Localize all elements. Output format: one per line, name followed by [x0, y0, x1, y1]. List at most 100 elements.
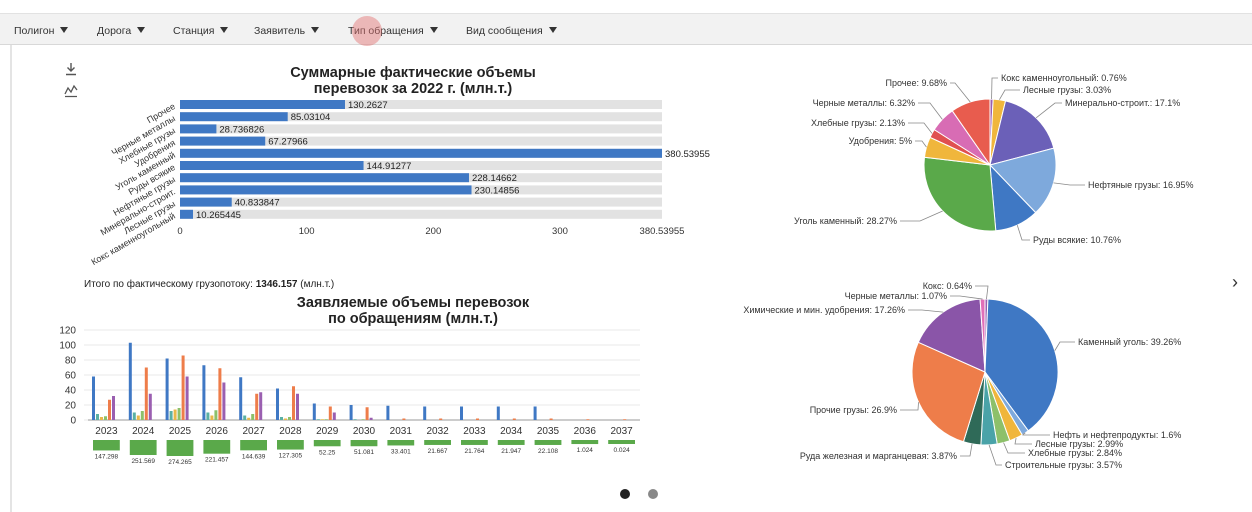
- bar: [185, 376, 189, 420]
- total-bar: [129, 440, 157, 456]
- x-tick-label: 2026: [206, 426, 229, 437]
- total-value-label: 21.764: [464, 448, 484, 455]
- total-value-label: 274.265: [168, 459, 192, 466]
- chart2-svg: 0 20 40 60 80 100 120 2023 147.298 2024 251.569 202…: [59, 326, 640, 466]
- leader-line: [1035, 102, 1062, 119]
- y-tick-label: 20: [65, 401, 77, 412]
- bar-track: [180, 209, 662, 219]
- bar: [243, 415, 247, 420]
- bar: [402, 418, 406, 420]
- filter-label: Полигон: [14, 25, 55, 37]
- filter-icon: [429, 27, 438, 33]
- total-value-label: 1.024: [577, 447, 594, 454]
- slice-label: Руда железная и марганцевая: 3.87%: [800, 451, 957, 461]
- x-tick-label: 200: [425, 226, 441, 237]
- bar-value-label: 40.833847: [235, 198, 280, 209]
- filter-applicant[interactable]: Заявитель: [254, 25, 320, 37]
- total-bar: [461, 440, 488, 445]
- filter-road[interactable]: Дорога: [97, 25, 146, 37]
- bar-value-label: 28.736826: [219, 124, 264, 135]
- pie-slice: [923, 156, 997, 232]
- x-tick-label: 2029: [316, 426, 339, 437]
- slice-label: Прочее: 9.68%: [885, 78, 947, 88]
- bar: [369, 417, 373, 420]
- x-tick-label: 2024: [132, 426, 155, 437]
- x-tick-label: 2025: [169, 426, 192, 437]
- filter-transport-type[interactable]: Вид сообщения: [466, 25, 557, 37]
- slice-label: Лесные грузы: 3.03%: [1023, 85, 1111, 95]
- slice-label: Минерально-строит.: 17.1%: [1065, 98, 1180, 108]
- download-icon[interactable]: [64, 62, 78, 79]
- bar: [202, 365, 206, 420]
- bar-value-label: 230.14856: [475, 185, 520, 196]
- bar: [259, 392, 263, 420]
- leader-line: [960, 443, 973, 457]
- bar: [218, 368, 222, 420]
- bar: [324, 419, 328, 420]
- x-tick-label: 100: [299, 226, 315, 237]
- x-tick-label: 2028: [279, 426, 302, 437]
- bar: [180, 209, 194, 219]
- leader-line: [1014, 437, 1032, 445]
- total-bar: [240, 440, 267, 451]
- leader-line: [950, 82, 971, 103]
- total-value-label: 144.639: [242, 453, 266, 460]
- total-value-label: 52.25: [319, 449, 336, 456]
- filter-polygon[interactable]: Полигон: [14, 25, 69, 37]
- chart2-title-line: Заявляемые объемы перевозок: [296, 295, 530, 311]
- bar-value-label: 228.14662: [472, 173, 517, 184]
- leader-line: [908, 309, 944, 313]
- x-tick-label: 2023: [95, 426, 118, 437]
- bar: [136, 415, 140, 420]
- slice-label: Нефтяные грузы: 16.95%: [1088, 180, 1193, 190]
- bar: [284, 418, 287, 420]
- bar: [288, 417, 291, 420]
- total-bar: [350, 440, 378, 447]
- bar: [128, 342, 132, 420]
- filter-icon: [311, 27, 320, 33]
- y-tick-label: 60: [65, 371, 77, 382]
- bar: [169, 411, 173, 420]
- bar: [180, 161, 364, 170]
- pager-dot-1[interactable]: [620, 489, 630, 499]
- bar: [148, 393, 152, 420]
- bar: [533, 406, 537, 420]
- total-value-label: 22.108: [538, 448, 558, 455]
- bar: [353, 419, 357, 420]
- total-value-label: 21.667: [428, 448, 448, 455]
- bar: [292, 386, 295, 420]
- leader-line: [908, 122, 933, 134]
- leader-line: [950, 295, 983, 300]
- bar: [92, 376, 95, 420]
- x-tick-label: 2031: [390, 426, 413, 437]
- bar: [296, 393, 299, 420]
- pager-dot-2[interactable]: [648, 489, 658, 499]
- total-bar: [534, 440, 562, 445]
- slice-label: Кокс: 0.64%: [923, 281, 972, 291]
- bar: [549, 418, 553, 420]
- slice-label: Прочие грузы: 26.9%: [810, 405, 897, 415]
- total-bar: [313, 440, 341, 447]
- bar: [365, 407, 369, 420]
- bar: [140, 411, 144, 420]
- bar: [439, 418, 443, 420]
- total-value-label: 0.024: [613, 447, 630, 454]
- slice-label: Удобрения: 5%: [849, 136, 912, 146]
- total-line: Итого по фактическому грузопотоку: 1346.…: [84, 279, 334, 290]
- pie1-svg: Кокс каменноугольный: 0.76% Лесные грузы:…: [794, 73, 1193, 245]
- total-bar: [387, 440, 415, 446]
- filter-station[interactable]: Станция: [173, 25, 229, 37]
- chevron-right-icon[interactable]: ›: [1232, 272, 1238, 293]
- slice-label: Каменный уголь: 39.26%: [1078, 337, 1181, 347]
- bar: [104, 416, 107, 420]
- chart1-title: Суммарные фактические объемы перевозок з…: [238, 65, 588, 97]
- bar: [210, 415, 214, 420]
- bar: [112, 396, 115, 420]
- bar: [180, 136, 266, 146]
- total-bar: [424, 440, 451, 445]
- leader-line: [1020, 432, 1050, 436]
- bar: [144, 367, 148, 420]
- filter-icon: [137, 27, 146, 33]
- leader-line: [991, 77, 998, 100]
- y-tick-label: 100: [59, 341, 76, 352]
